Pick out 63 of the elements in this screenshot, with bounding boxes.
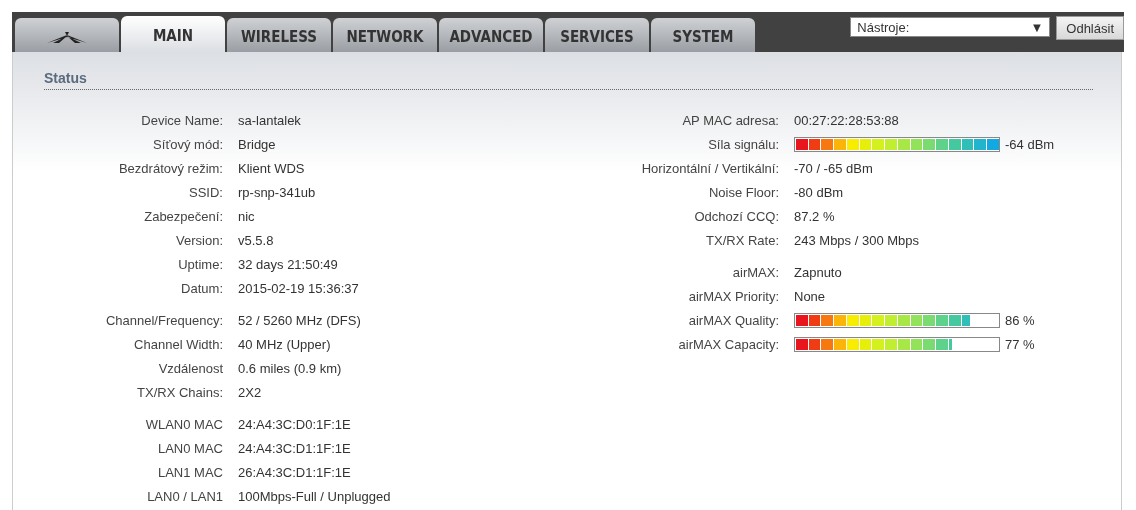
field-value: 40 MHz (Upper) (238, 336, 331, 352)
nav-tab[interactable]: MAIN (121, 16, 225, 52)
field-value: -70 / -65 dBm (794, 160, 873, 176)
field-value: 24:A4:3C:D0:1F:1E (238, 416, 351, 432)
field-value: 00:27:22:28:53:88 (794, 112, 899, 128)
field-label: SSID: (188, 184, 223, 200)
field-label: Version: (175, 232, 223, 248)
field-value: None (794, 288, 826, 304)
nav-tab[interactable]: NETWORK (333, 18, 437, 52)
field-label: LAN0 / LAN1 (146, 488, 223, 504)
nav-tab[interactable]: SERVICES (545, 18, 649, 52)
field-value: nic (238, 208, 255, 224)
field-label: Odchozí CCQ: (693, 208, 779, 224)
nav-tab[interactable]: SYSTEM (651, 18, 755, 52)
logout-button[interactable]: Odhlásit (1056, 16, 1124, 40)
field-value: 100Mbps-Full / Unplugged (238, 488, 391, 504)
field-value: Zapnuto (794, 264, 842, 280)
field-label: Channel/Frequency: (104, 312, 223, 328)
field-label: Channel Width: (133, 336, 223, 352)
field-label: TX/RX Rate: (705, 232, 779, 248)
field-value: -80 dBm (794, 184, 844, 200)
meter-reading: -64 dBm (1005, 136, 1055, 152)
field-value: rp-snp-341ub (238, 184, 316, 200)
field-label: Noise Floor: (707, 184, 779, 200)
field-label: airMAX Priority: (687, 288, 779, 304)
field-label: airMAX Quality: (687, 312, 779, 328)
field-label: Horizontální / Vertikální: (640, 160, 779, 176)
field-label: Vzdálenost (157, 360, 223, 376)
field-value: v5.5.8 (238, 232, 274, 248)
nav-tab[interactable]: WIRELESS (227, 18, 331, 52)
field-label: LAN1 MAC (156, 464, 223, 480)
field-value: 24:A4:3C:D1:1F:1E (238, 440, 351, 456)
field-value: 87.2 % (794, 208, 835, 224)
field-label: Uptime: (177, 256, 223, 272)
field-value: 52 / 5260 MHz (DFS) (238, 312, 361, 328)
field-value: 2015-02-19 15:36:37 (238, 280, 359, 296)
field-label: Datum: (180, 280, 223, 296)
field-value: 2X2 (238, 384, 262, 400)
field-value: 0.6 miles (0.9 km) (238, 360, 342, 376)
field-label: TX/RX Chains: (136, 384, 223, 400)
field-label: LAN0 MAC (156, 440, 223, 456)
field-value: sa-lantalek (238, 112, 301, 128)
section-title: Status (44, 70, 1093, 90)
field-label: Bezdrátový režim: (117, 160, 223, 176)
meter-reading: 86 % (1005, 312, 1035, 328)
field-label: AP MAC adresa: (681, 112, 779, 128)
logo-tab[interactable] (15, 18, 119, 52)
field-value: 32 days 21:50:49 (238, 256, 338, 272)
field-label: WLAN0 MAC (144, 416, 223, 432)
field-value: 26:A4:3C:D1:1F:1E (238, 464, 351, 480)
field-label: Síťový mód: (152, 136, 223, 152)
field-label: Device Name: (140, 112, 223, 128)
field-label: Síla signálu: (707, 136, 779, 152)
field-label: airMAX Capacity: (677, 336, 779, 352)
field-label: airMAX: (731, 264, 779, 280)
antenna-logo-icon (45, 30, 89, 44)
meter-reading: 77 % (1005, 336, 1035, 352)
field-value: Klient WDS (238, 160, 305, 176)
tools-dropdown[interactable]: Nástroje: ▼ (850, 17, 1051, 37)
field-value: Bridge (238, 136, 276, 152)
nav-tab[interactable]: ADVANCED (439, 18, 543, 52)
field-value: 243 Mbps / 300 Mbps (794, 232, 920, 248)
field-label: Zabezpečení: (143, 208, 223, 224)
